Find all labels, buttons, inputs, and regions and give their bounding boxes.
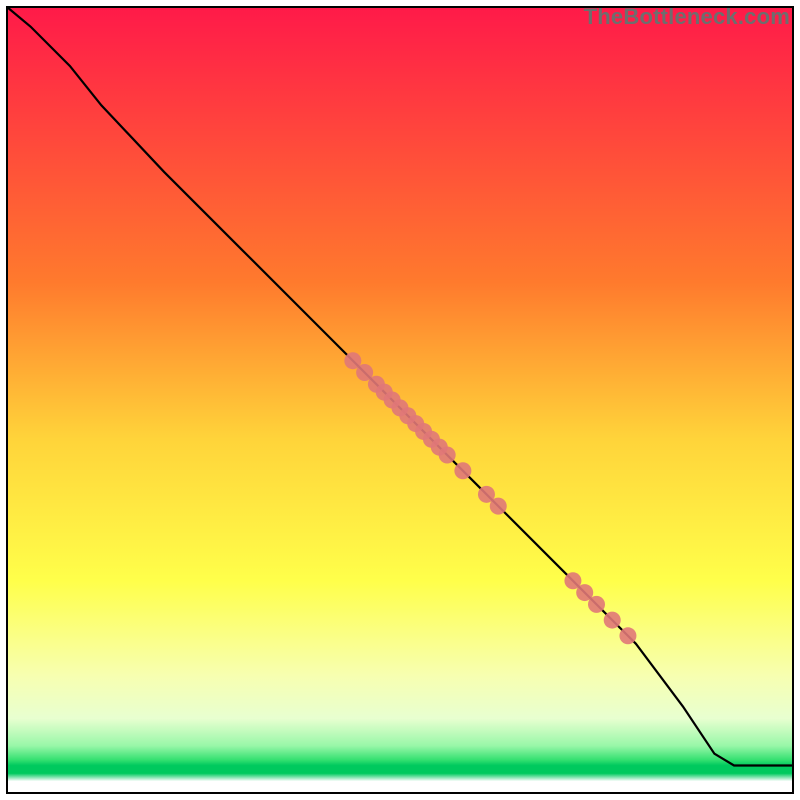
chart-container: TheBottleneck.com	[0, 0, 800, 800]
watermark-label: TheBottleneck.com	[584, 4, 790, 30]
data-point	[439, 447, 456, 464]
data-point	[619, 627, 636, 644]
data-point	[588, 596, 605, 613]
data-point	[454, 462, 471, 479]
data-point	[604, 612, 621, 629]
chart-svg	[0, 0, 800, 800]
data-point	[490, 498, 507, 515]
